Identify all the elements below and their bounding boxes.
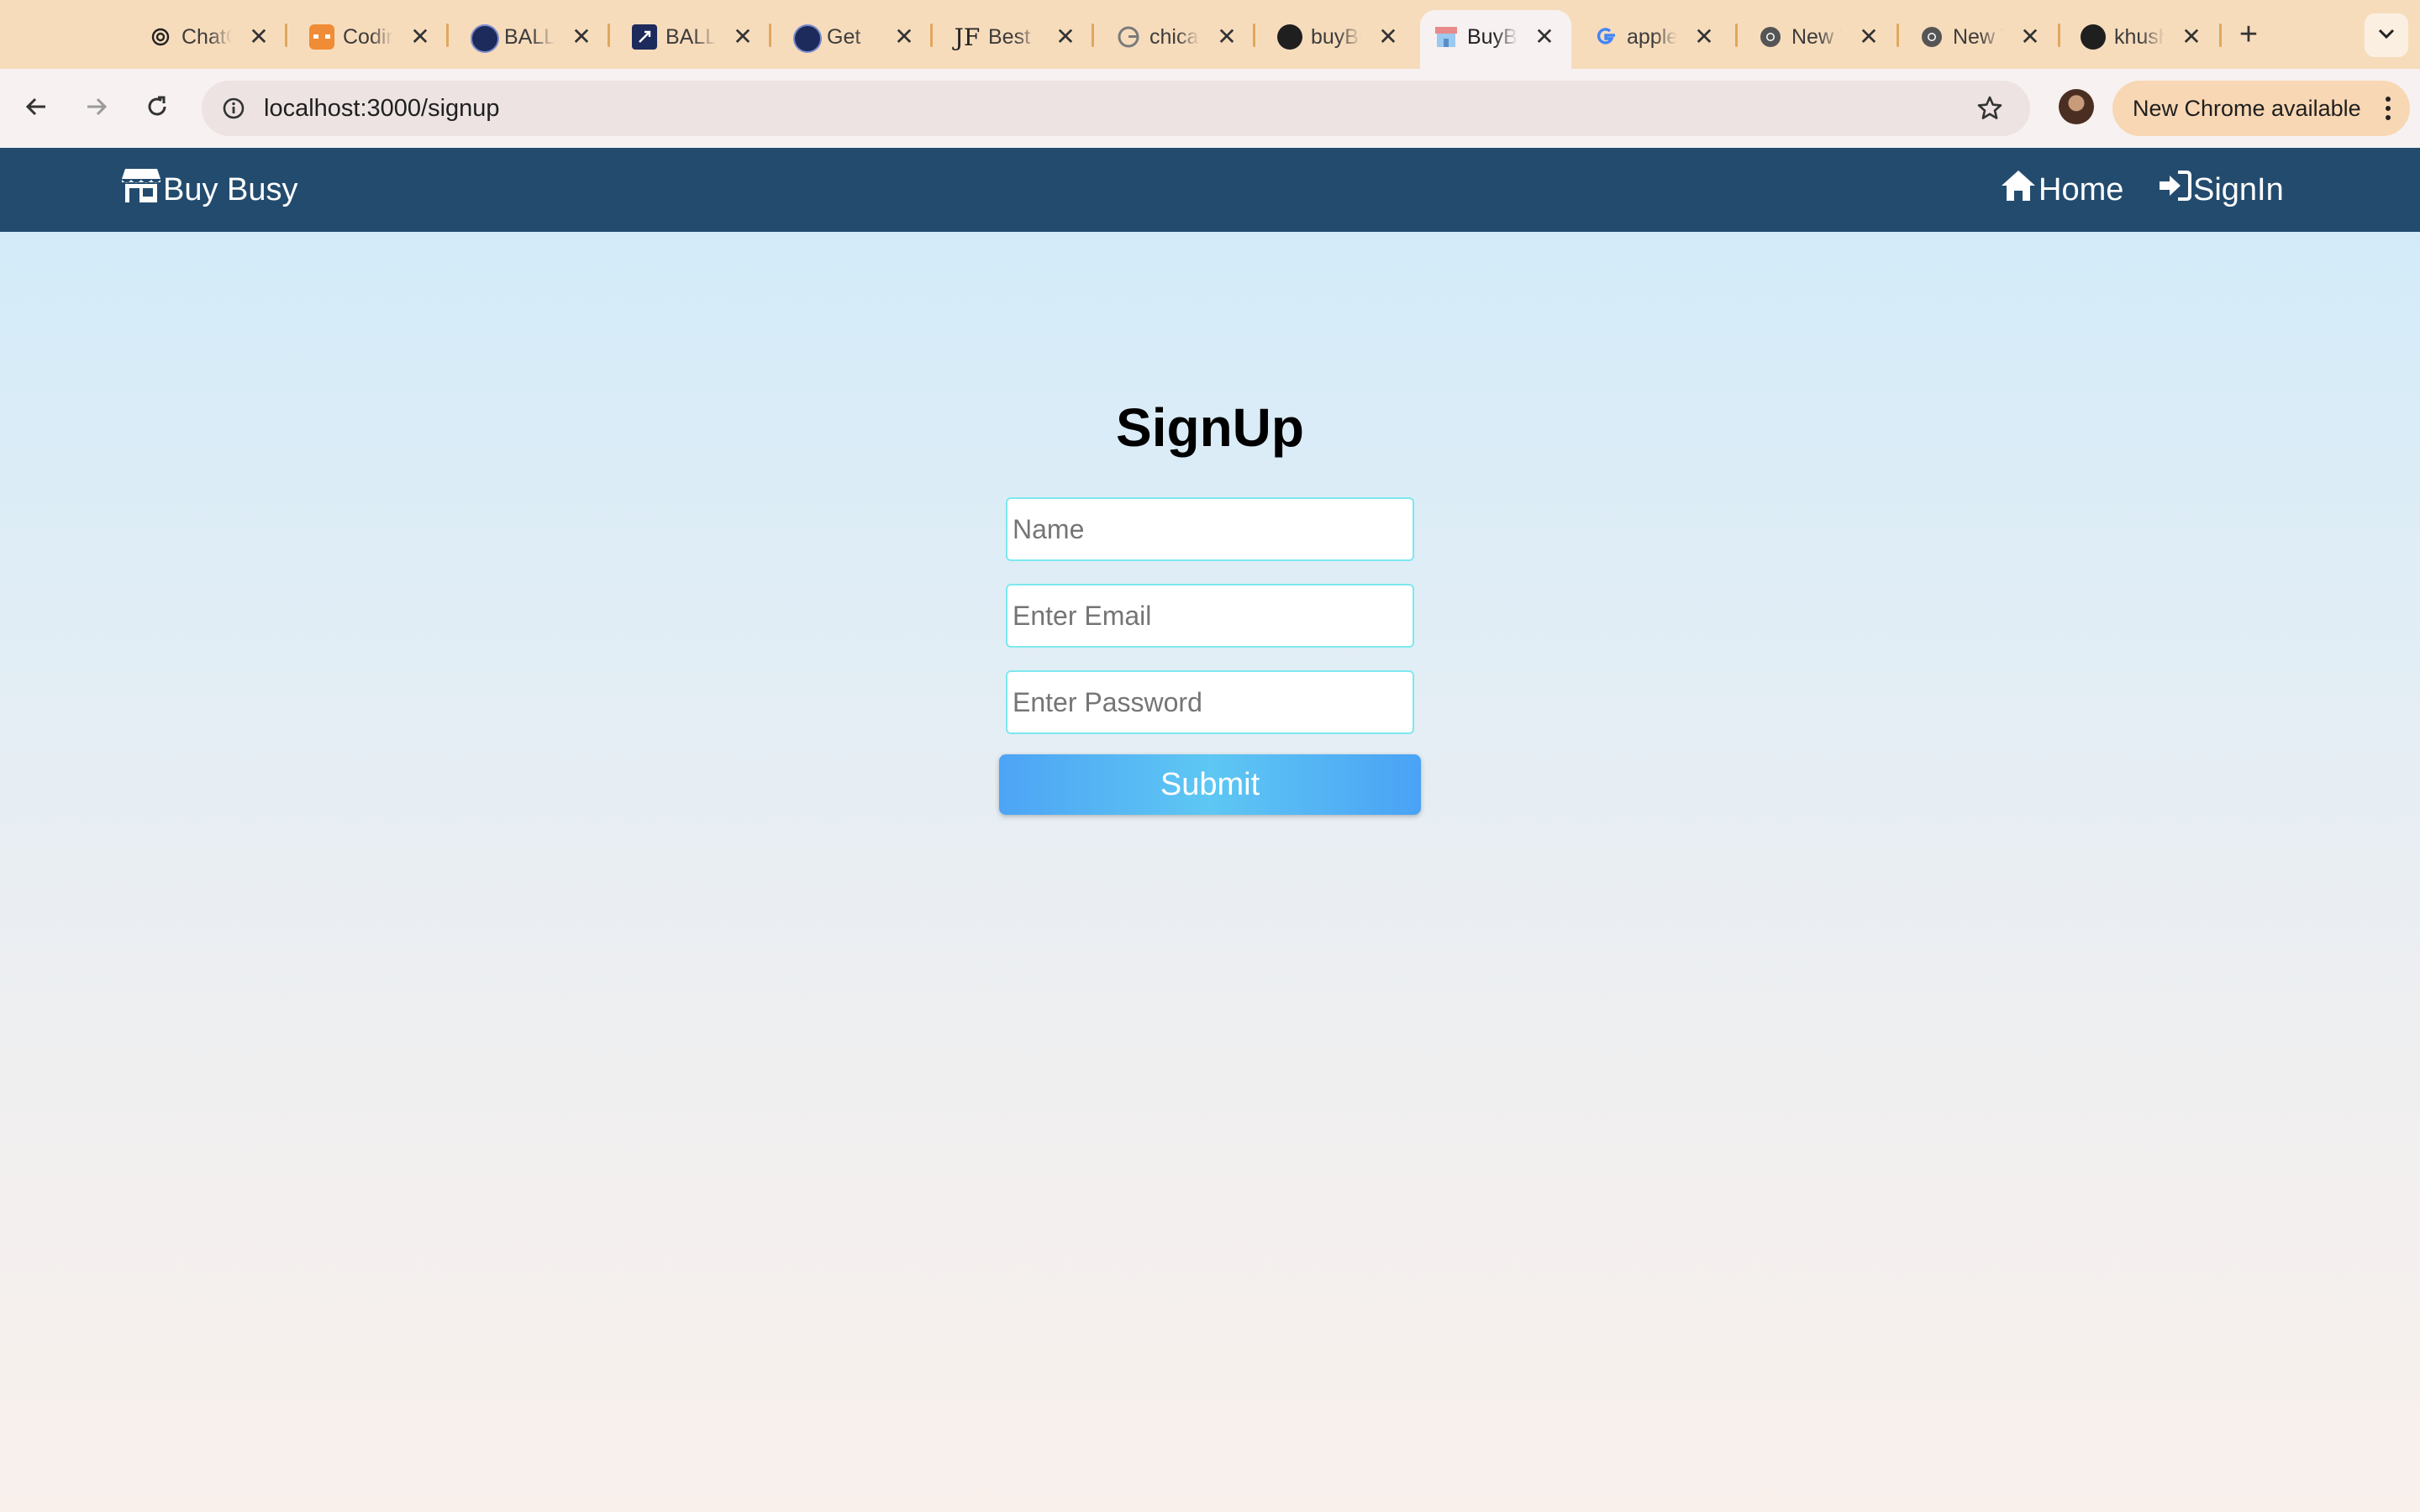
tab-separator [2058,24,2060,47]
close-tab-icon[interactable]: ✕ [2015,13,2045,60]
tab-title: BALLOT [666,25,716,49]
home-icon [2000,169,2037,211]
close-tab-icon[interactable]: ✕ [1529,13,1560,60]
close-tab-icon[interactable]: ✕ [1854,13,1884,60]
tab-title: Get [827,25,861,49]
ballot-icon [793,24,822,53]
browser-tab-chicago[interactable]: chicago ✕ [1102,13,1245,60]
close-tab-icon[interactable]: ✕ [405,13,435,60]
sign-in-icon [2158,169,2191,211]
browser-tab-new-tab-2[interactable]: New Tab ✕ [1906,13,2049,60]
browser-tab-apple[interactable]: apple ✕ [1580,13,1723,60]
close-tab-icon[interactable]: ✕ [2176,13,2207,60]
tab-title: Best [988,25,1031,49]
tab-title: chicago [1150,25,1200,49]
browser-tab-chatgpt[interactable]: ChatGPT ✕ [134,13,277,60]
store-icon [1434,24,1459,50]
tab-separator [608,24,610,47]
tab-separator [1092,24,1094,47]
submit-button[interactable]: Submit [999,754,1421,815]
forward-button[interactable] [76,87,118,129]
tab-title: New Tab [1791,25,1842,49]
browser-tab-ballot[interactable]: BALLOT ✕ [457,13,600,60]
tab-separator [1897,24,1899,47]
tab-separator [769,24,771,47]
tab-separator [1735,24,1738,47]
google-icon [1593,24,1618,50]
arrow-left-icon [24,94,49,123]
browser-tab-khushi[interactable]: khushi ✕ [2067,13,2210,60]
tab-title: New Tab [1953,25,2003,49]
browser-tab-new-tab[interactable]: New Tab ✕ [1744,13,1887,60]
app-navbar: Buy Busy Home SignIn [0,148,2420,232]
reload-icon [145,94,170,123]
update-label: New Chrome available [2133,96,2361,121]
close-tab-icon[interactable]: ✕ [889,13,919,60]
tab-title: BALLOT [504,25,555,49]
bookmark-star-icon[interactable] [1970,88,2010,129]
arrow-right-icon [84,94,109,123]
tab-separator [1253,24,1255,47]
browser-tab-coding-ninjas[interactable]: Coding Ninjas ✕ [296,13,439,60]
tab-title: apple [1627,25,1677,49]
url-text[interactable]: localhost:3000/signup [264,81,500,136]
nav-signin-label: SignIn [2193,171,2284,207]
coding-ninjas-icon [309,24,334,50]
close-tab-icon[interactable]: ✕ [1373,13,1403,60]
browser-tab-buybusy-repo[interactable]: buyBusy ✕ [1264,13,1407,60]
address-bar[interactable]: localhost:3000/signup [202,81,2030,136]
nav-home-label: Home [2039,171,2124,207]
signup-page: SignUp Submit [0,232,2420,1512]
tab-title: ChatGPT [182,25,232,49]
jf-icon: JF [954,23,981,51]
chrome-icon [1758,24,1783,50]
more-vert-icon [2380,92,2396,125]
browser-tab-buybusy-active[interactable]: BuyBusy ✕ [1420,10,1571,69]
tab-separator [2219,24,2222,47]
brand-name: Buy Busy [163,171,298,207]
browser-tab-best[interactable]: JF Best ✕ [941,13,1084,60]
close-tab-icon[interactable]: ✕ [1212,13,1242,60]
close-tab-icon[interactable]: ✕ [566,13,597,60]
info-icon[interactable] [213,88,254,129]
close-tab-icon[interactable]: ✕ [244,13,274,60]
profile-avatar[interactable] [2059,89,2094,124]
back-button[interactable] [15,87,57,129]
tab-title: buyBusy [1311,25,1361,49]
close-tab-icon[interactable]: ✕ [1689,13,1719,60]
tab-title: Coding Ninjas [343,25,393,49]
password-field[interactable] [1006,670,1414,734]
chevron-down-icon [2377,28,2396,44]
tab-search-button[interactable] [2365,13,2408,57]
new-tab-button[interactable]: + [2232,13,2265,55]
tab-separator [446,24,449,47]
chrome-icon [1919,24,1944,50]
tab-separator [285,24,287,47]
rocket-icon [632,24,657,50]
reload-button[interactable] [136,87,178,129]
tab-separator [930,24,933,47]
github-icon [2081,24,2106,50]
tab-title: khushi [2114,25,2165,49]
github-icon [1277,24,1302,50]
browser-tab-ballot-2[interactable]: BALLOT ✕ [618,13,761,60]
google-icon [1116,24,1141,50]
brand-link[interactable]: Buy Busy [121,148,298,232]
shop-icon [121,167,161,213]
ballot-icon [471,24,499,53]
email-field[interactable] [1006,584,1414,648]
name-field[interactable] [1006,497,1414,561]
nav-home-link[interactable]: Home [2000,148,2123,232]
browser-toolbar: localhost:3000/signup [0,69,2420,149]
close-tab-icon[interactable]: ✕ [728,13,758,60]
nav-signin-link[interactable]: SignIn [2158,148,2284,232]
tab-strip: ChatGPT ✕ Coding Ninjas ✕ BALLOT ✕ BALLO… [0,0,2420,69]
chrome-update-button[interactable]: New Chrome available [2112,81,2410,136]
openai-icon [148,24,173,50]
browser-tab-get[interactable]: Get ✕ [780,13,923,60]
page-title: SignUp [1116,397,1304,458]
close-tab-icon[interactable]: ✕ [1050,13,1081,60]
tab-title: BuyBusy [1467,25,1518,49]
